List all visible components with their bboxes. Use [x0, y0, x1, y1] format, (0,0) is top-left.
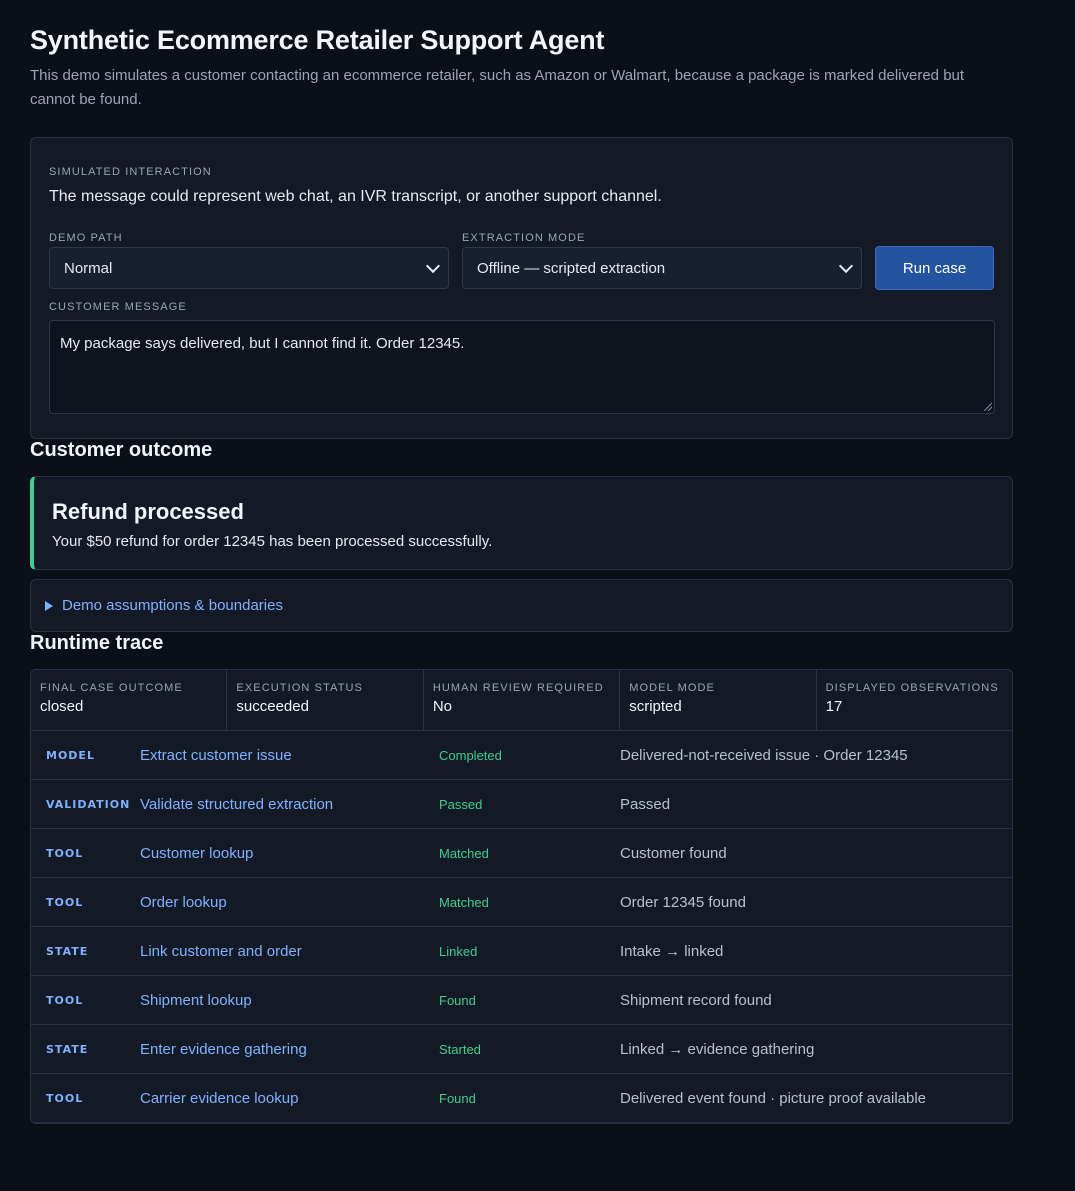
trace-step-link[interactable]: Shipment lookup: [140, 992, 439, 1009]
trace-row: MODEL Extract customer issue Completed D…: [31, 731, 1012, 780]
trace-status: Matched: [439, 845, 489, 861]
trace-detail: Delivered event found · picture proof av…: [620, 1089, 927, 1107]
trace-step-link[interactable]: Link customer and order: [140, 943, 439, 960]
trace-detail: Linked → evidence gathering: [620, 1040, 815, 1058]
trace-status: Found: [439, 992, 476, 1008]
assumptions-toggle[interactable]: Demo assumptions & boundaries: [30, 579, 1013, 632]
demo-path-value: Normal: [64, 259, 113, 277]
summary-cell: MODEL MODE scripted: [620, 670, 817, 730]
section-label: SIMULATED INTERACTION: [49, 166, 212, 178]
trace-detail: Customer found: [620, 844, 727, 862]
outcome-card: Refund processed Your $50 refund for ord…: [30, 476, 1013, 570]
trace-row: TOOL Carrier evidence lookup Found Deliv…: [31, 1074, 1012, 1123]
summary-cell: HUMAN REVIEW REQUIRED No: [424, 670, 621, 730]
trace-detail: Order 12345 found: [620, 893, 746, 911]
resize-handle-icon[interactable]: [984, 403, 992, 411]
trace-row: TOOL Shipment lookup Found Shipment reco…: [31, 976, 1012, 1025]
trace-kind: STATE: [46, 1042, 89, 1056]
runtime-trace-heading: Runtime trace: [30, 632, 164, 654]
trace-summary: FINAL CASE OUTCOME closed EXECUTION STAT…: [31, 670, 1012, 731]
extraction-mode-label: EXTRACTION MODE: [462, 232, 586, 244]
summary-label: HUMAN REVIEW REQUIRED: [432, 682, 604, 694]
summary-value: succeeded: [236, 698, 309, 715]
summary-cell: DISPLAYED OBSERVATIONS 17: [817, 670, 1012, 730]
trace-kind: MODEL: [46, 748, 95, 762]
customer-message-value: My package says delivered, but I cannot …: [60, 335, 465, 352]
summary-value: 17: [825, 698, 843, 715]
trace-status: Started: [439, 1041, 481, 1057]
chevron-down-icon: [425, 258, 441, 274]
demo-path-select[interactable]: Normal: [49, 247, 449, 289]
chevron-down-icon: [838, 258, 854, 274]
extraction-mode-value: Offline — scripted extraction: [477, 259, 666, 277]
extraction-mode-select[interactable]: Offline — scripted extraction: [462, 247, 862, 289]
trace-status: Linked: [439, 943, 478, 959]
summary-value: closed: [40, 698, 84, 715]
trace-step-link[interactable]: Order lookup: [140, 894, 439, 911]
trace-kind: STATE: [46, 944, 89, 958]
page-title: Synthetic Ecommerce Retailer Support Age…: [30, 25, 605, 55]
trace-kind: TOOL: [46, 993, 84, 1007]
trace-row: TOOL Customer lookup Matched Customer fo…: [31, 829, 1012, 878]
trace-step-link[interactable]: Enter evidence gathering: [140, 1041, 439, 1058]
trace-kind: TOOL: [46, 895, 84, 909]
trace-step-link[interactable]: Validate structured extraction: [140, 796, 439, 813]
trace-status: Completed: [439, 747, 502, 763]
trace-status: Passed: [439, 796, 483, 812]
trace-kind: TOOL: [46, 846, 84, 860]
trace-step-link[interactable]: Carrier evidence lookup: [140, 1090, 439, 1107]
extraction-mode-group: EXTRACTION MODE Offline — scripted extra…: [462, 232, 862, 289]
outcome-text: Your $50 refund for order 12345 has been…: [52, 533, 493, 550]
demo-path-group: DEMO PATH Normal: [49, 232, 449, 289]
interaction-description: The message could represent web chat, an…: [49, 188, 662, 205]
trace-detail: Delivered-not-received issue · Order 123…: [620, 746, 908, 764]
trace-detail: Shipment record found: [620, 991, 772, 1009]
summary-value: No: [432, 698, 452, 715]
trace-row: STATE Link customer and order Linked Int…: [31, 927, 1012, 976]
caret-right-icon: [45, 600, 53, 611]
assumptions-label: Demo assumptions & boundaries: [62, 597, 283, 614]
demo-path-label: DEMO PATH: [49, 232, 123, 244]
trace-status: Found: [439, 1090, 476, 1106]
summary-value: scripted: [629, 698, 682, 715]
outcome-title: Refund processed: [52, 499, 244, 524]
controls-row: DEMO PATH Normal EXTRACTION MODE Offline…: [49, 232, 994, 290]
trace-kind: VALIDATION: [46, 797, 131, 811]
trace-row: TOOL Order lookup Matched Order 12345 fo…: [31, 878, 1012, 927]
page-subtitle: This demo simulates a customer contactin…: [30, 67, 965, 108]
customer-outcome-heading: Customer outcome: [30, 439, 213, 461]
summary-label: EXECUTION STATUS: [236, 682, 363, 694]
trace-step-link[interactable]: Extract customer issue: [140, 747, 439, 764]
trace-kind: TOOL: [46, 1091, 84, 1105]
summary-label: DISPLAYED OBSERVATIONS: [825, 682, 999, 694]
run-case-button[interactable]: Run case: [875, 246, 994, 290]
summary-label: MODEL MODE: [629, 682, 715, 694]
simulated-interaction-panel: SIMULATED INTERACTION The message could …: [30, 137, 1013, 439]
runtime-trace-table: FINAL CASE OUTCOME closed EXECUTION STAT…: [30, 669, 1013, 1124]
page: Synthetic Ecommerce Retailer Support Age…: [0, 0, 1075, 1124]
trace-detail: Intake → linked: [620, 942, 724, 960]
trace-status: Matched: [439, 894, 489, 910]
summary-cell: FINAL CASE OUTCOME closed: [31, 670, 228, 730]
trace-row: VALIDATION Validate structured extractio…: [31, 780, 1012, 829]
trace-step-link[interactable]: Customer lookup: [140, 845, 439, 862]
trace-detail: Passed: [620, 795, 671, 813]
customer-message-input[interactable]: My package says delivered, but I cannot …: [49, 320, 995, 414]
trace-row: STATE Enter evidence gathering Started L…: [31, 1025, 1012, 1074]
summary-cell: EXECUTION STATUS succeeded: [227, 670, 424, 730]
customer-message-label: CUSTOMER MESSAGE: [49, 301, 187, 313]
summary-label: FINAL CASE OUTCOME: [40, 682, 183, 694]
